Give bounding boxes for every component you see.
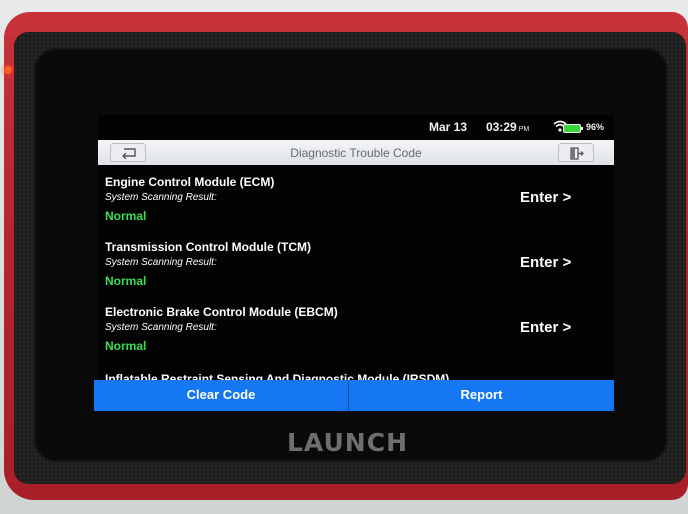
battery-icon (563, 124, 583, 133)
module-name: Engine Control Module (ECM) (105, 175, 275, 189)
battery-percent: 96% (586, 122, 605, 132)
status-time: 03:29 PM (486, 120, 529, 134)
page-title: Diagnostic Trouble Code (290, 146, 422, 160)
module-row-ecm[interactable]: Engine Control Module (ECM) System Scann… (98, 175, 614, 240)
exit-button[interactable] (558, 143, 594, 162)
launch-logo: LAUNCH (287, 428, 409, 457)
module-row-ebcm[interactable]: Electronic Brake Control Module (EBCM) S… (98, 305, 614, 370)
scan-result-label: System Scanning Result: (105, 192, 217, 203)
app-screen: Mar 13 03:29 PM 96% Diagnostic Trouble Co… (98, 115, 614, 410)
scan-result-status: Normal (105, 274, 147, 288)
module-name: Inflatable Restraint Sensing And Diagnos… (105, 372, 450, 380)
enter-button-tcm[interactable]: Enter > (520, 254, 571, 271)
module-name: Electronic Brake Control Module (EBCM) (105, 305, 338, 319)
action-bar: Clear Code Report (94, 380, 614, 411)
title-bar: Diagnostic Trouble Code (98, 140, 614, 165)
status-date: Mar 13 (429, 120, 468, 134)
enter-button-ecm[interactable]: Enter > (520, 189, 571, 206)
status-bar: Mar 13 03:29 PM 96% (98, 115, 614, 139)
report-button[interactable]: Report (349, 380, 614, 411)
scan-result-status: Normal (105, 339, 147, 353)
module-name: Transmission Control Module (TCM) (105, 240, 311, 254)
exit-icon (570, 147, 584, 160)
enter-button-ebcm[interactable]: Enter > (520, 319, 571, 336)
module-row-tcm[interactable]: Transmission Control Module (TCM) System… (98, 240, 614, 305)
module-row-irsdm[interactable]: Inflatable Restraint Sensing And Diagnos… (98, 370, 614, 380)
scan-result-label: System Scanning Result: (105, 257, 217, 268)
status-time-value: 03:29 (486, 120, 517, 134)
scan-result-label: System Scanning Result: (105, 322, 217, 333)
status-time-suffix: PM (518, 126, 530, 133)
power-led (4, 66, 12, 74)
scan-result-status: Normal (105, 209, 147, 223)
clear-code-button[interactable]: Clear Code (94, 380, 349, 411)
module-list: Engine Control Module (ECM) System Scann… (98, 175, 614, 380)
